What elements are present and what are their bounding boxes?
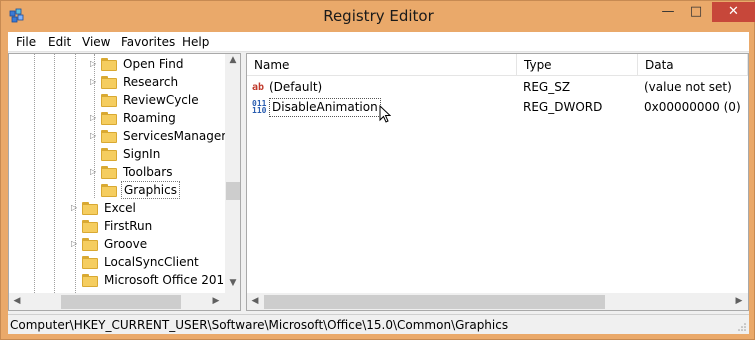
tree-item-label[interactable]: SignIn xyxy=(121,145,162,163)
scroll-right-arrow-icon[interactable]: ▶ xyxy=(209,296,223,306)
tree-item[interactable]: ▷ ServicesManagerCa xyxy=(9,127,240,145)
menu-file[interactable]: File xyxy=(16,34,36,50)
column-header-name[interactable]: Name xyxy=(247,54,517,76)
tree-item[interactable]: LocalSyncClient xyxy=(9,253,225,271)
value-data: 0x00000000 (0) xyxy=(644,100,741,114)
tree-item[interactable]: ▷ Excel xyxy=(9,199,225,217)
tree-item[interactable]: ▷ Roaming xyxy=(9,109,225,127)
tree-vertical-scroll-thumb[interactable] xyxy=(226,182,240,200)
tree-item-label[interactable]: Toolbars xyxy=(121,163,174,181)
registry-key-tree[interactable]: ▷ Open Find ▷ Research ReviewCycle ▷ Roaming ▷ S… xyxy=(8,53,241,311)
tree-item[interactable]: ▷ Research xyxy=(9,73,225,91)
expand-arrow-icon[interactable]: ▷ xyxy=(90,55,98,73)
resize-grip-icon[interactable] xyxy=(737,322,747,332)
tree-item-label[interactable]: Roaming xyxy=(121,109,178,127)
scroll-left-arrow-icon[interactable]: ◀ xyxy=(248,296,262,306)
client-area: File Edit View Favorites Help ▷ Open Find… xyxy=(8,32,749,334)
expand-arrow-icon[interactable]: ▷ xyxy=(90,73,98,91)
tree-item-label[interactable]: Graphics xyxy=(121,181,180,199)
tree-item-label[interactable]: ReviewCycle xyxy=(121,91,201,109)
close-button[interactable]: ✕ xyxy=(712,2,755,22)
minimize-button[interactable]: — xyxy=(655,2,681,22)
values-horizontal-scroll-thumb[interactable] xyxy=(264,295,605,309)
value-name[interactable]: (Default) xyxy=(269,78,322,97)
expand-arrow-icon[interactable]: ▷ xyxy=(90,163,98,181)
expand-arrow-icon[interactable]: ▷ xyxy=(90,127,98,145)
status-bar: Computer\HKEY_CURRENT_USER\Software\Micr… xyxy=(8,314,749,334)
window-title: Registry Editor xyxy=(323,7,434,25)
folder-icon xyxy=(82,256,98,269)
tree-item[interactable]: FirstRun xyxy=(9,217,225,235)
value-type: REG_DWORD xyxy=(523,100,603,114)
menu-view[interactable]: View xyxy=(82,34,110,50)
value-row[interactable]: 011 110 DisableAnimation REG_DWORD 0x000000… xyxy=(247,98,748,117)
column-header-type[interactable]: Type xyxy=(517,54,638,76)
value-name[interactable]: DisableAnimation xyxy=(269,98,381,117)
column-header-data[interactable]: Data xyxy=(638,54,748,76)
folder-icon xyxy=(101,94,117,107)
tree-item[interactable]: SignIn xyxy=(9,145,225,163)
values-horizontal-scrollbar[interactable]: ◀ ▶ xyxy=(247,293,748,310)
tree-item[interactable]: ReviewCycle xyxy=(9,91,225,109)
tree-item-label[interactable]: LocalSyncClient xyxy=(102,253,201,271)
folder-icon xyxy=(101,166,117,179)
folder-icon xyxy=(101,76,117,89)
tree-item[interactable]: ▷ Open Find xyxy=(9,55,225,73)
tree-item-label[interactable]: Microsoft Office 2013 xyxy=(102,271,234,289)
tree-horizontal-scroll-thumb[interactable] xyxy=(61,295,181,309)
folder-icon xyxy=(101,148,117,161)
folder-icon xyxy=(101,184,117,197)
tree-item-label[interactable]: Open Find xyxy=(121,55,185,73)
folder-icon xyxy=(82,274,98,287)
binary-value-icon: 011 110 xyxy=(252,99,267,115)
menu-bar: File Edit View Favorites Help xyxy=(8,32,749,52)
menu-favorites[interactable]: Favorites xyxy=(121,34,175,50)
tree-item-label[interactable]: Research xyxy=(121,73,180,91)
status-path: Computer\HKEY_CURRENT_USER\Software\Micr… xyxy=(10,318,509,332)
folder-icon xyxy=(82,238,98,251)
folder-icon xyxy=(82,220,98,233)
registry-values-list[interactable]: Name Type Data ab (Default) REG_SZ (value n… xyxy=(246,53,749,311)
maximize-button[interactable]: □ xyxy=(683,2,709,22)
scroll-left-arrow-icon[interactable]: ◀ xyxy=(10,296,24,306)
menu-edit[interactable]: Edit xyxy=(48,34,71,50)
value-type: REG_SZ xyxy=(523,80,571,94)
tree-item-label[interactable]: ServicesManagerCa xyxy=(121,127,240,145)
tree-horizontal-scrollbar[interactable]: ◀ ▶ xyxy=(9,293,225,310)
tree-item-label[interactable]: FirstRun xyxy=(102,217,154,235)
tree-vertical-scrollbar[interactable]: ▲ ▼ xyxy=(225,54,240,293)
menu-help[interactable]: Help xyxy=(182,34,209,50)
expand-arrow-icon[interactable]: ▷ xyxy=(71,235,79,253)
value-data: (value not set) xyxy=(644,80,732,94)
mouse-pointer-icon xyxy=(379,105,391,123)
scroll-up-arrow-icon[interactable]: ▲ xyxy=(226,55,240,65)
tree-item[interactable]: Microsoft Office 2013 xyxy=(9,271,232,289)
scroll-right-arrow-icon[interactable]: ▶ xyxy=(732,296,746,306)
folder-icon xyxy=(101,112,117,125)
title-bar[interactable]: Registry Editor — □ ✕ xyxy=(1,1,755,32)
tree-item[interactable]: Graphics xyxy=(9,181,225,199)
tree-item[interactable]: ▷ Toolbars xyxy=(9,163,225,181)
folder-icon xyxy=(82,202,98,215)
folder-icon xyxy=(101,58,117,71)
tree-item-label[interactable]: Excel xyxy=(102,199,138,217)
string-value-icon: ab xyxy=(252,82,265,93)
tree-item-label[interactable]: Groove xyxy=(102,235,149,253)
tree-item[interactable]: ▷ Groove xyxy=(9,235,225,253)
expand-arrow-icon[interactable]: ▷ xyxy=(71,199,79,217)
expand-arrow-icon[interactable]: ▷ xyxy=(90,109,98,127)
scrollbar-corner xyxy=(225,293,240,310)
registry-editor-window: Registry Editor — □ ✕ File Edit View Fav… xyxy=(0,0,755,340)
value-row[interactable]: ab (Default) REG_SZ (value not set) xyxy=(247,78,748,97)
scroll-down-arrow-icon[interactable]: ▼ xyxy=(226,278,240,288)
folder-icon xyxy=(101,130,117,143)
